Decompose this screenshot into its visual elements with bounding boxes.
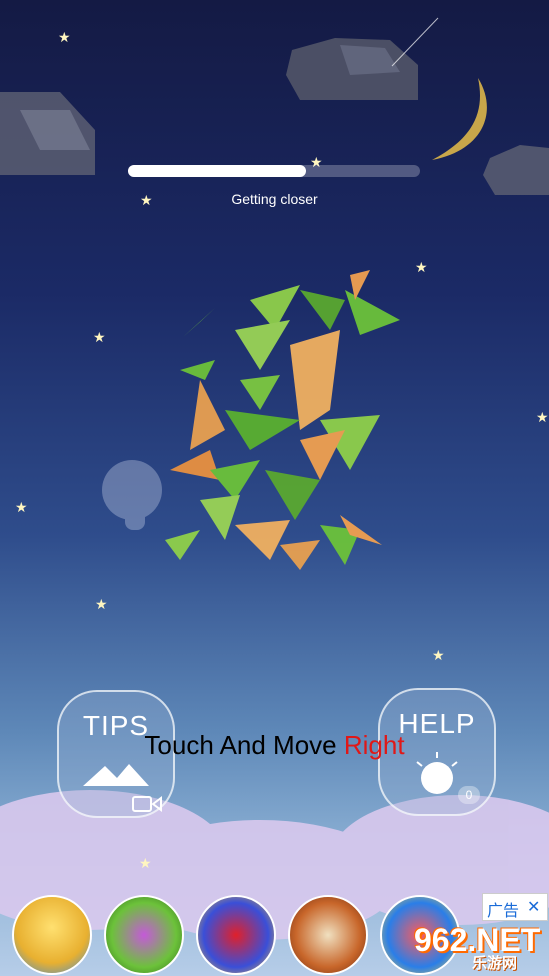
snake-game-icon[interactable] xyxy=(104,895,184,975)
triangle-shards-puzzle xyxy=(165,270,400,570)
progress-bar xyxy=(128,165,420,177)
video-icon xyxy=(132,796,162,812)
star-icon: ★ xyxy=(415,259,428,275)
cloud-icon xyxy=(483,145,549,195)
star-icon: ★ xyxy=(58,29,71,45)
cloud-icon xyxy=(0,92,95,175)
skeleton-game-icon[interactable] xyxy=(288,895,368,975)
instruction-text: Touch And Move Right xyxy=(0,730,549,761)
site-watermark: 962.NET 乐游网 xyxy=(412,920,547,972)
motocross-game-icon[interactable] xyxy=(12,895,92,975)
cloud-icon xyxy=(286,38,418,100)
mountain-icon xyxy=(83,764,149,786)
star-icon: ★ xyxy=(93,329,106,345)
ad-label[interactable]: 广告 ✕ xyxy=(482,893,548,921)
hand-pointer-icon xyxy=(102,460,162,530)
block-puzzle-game-icon[interactable] xyxy=(196,895,276,975)
ad-tag-text: 广告 xyxy=(487,903,520,920)
help-count-badge: 0 xyxy=(458,786,480,804)
star-icon: ★ xyxy=(15,499,28,515)
instruction-prefix: Touch And Move xyxy=(144,730,344,760)
progress-fill xyxy=(128,165,307,177)
close-icon[interactable]: ✕ xyxy=(527,897,540,917)
night-sky-background: ★ ★ ★ ★ ★ ★ ★ ★ ★ ★ xyxy=(0,0,549,976)
moon-icon xyxy=(432,78,487,160)
star-icon: ★ xyxy=(95,596,108,612)
star-icon: ★ xyxy=(536,409,549,425)
star-icon: ★ xyxy=(432,647,445,663)
instruction-direction: Right xyxy=(343,730,405,760)
star-icon: ★ xyxy=(139,855,152,871)
watermark-subtitle: 乐游网 xyxy=(472,955,518,972)
status-text: Getting closer xyxy=(231,191,318,207)
